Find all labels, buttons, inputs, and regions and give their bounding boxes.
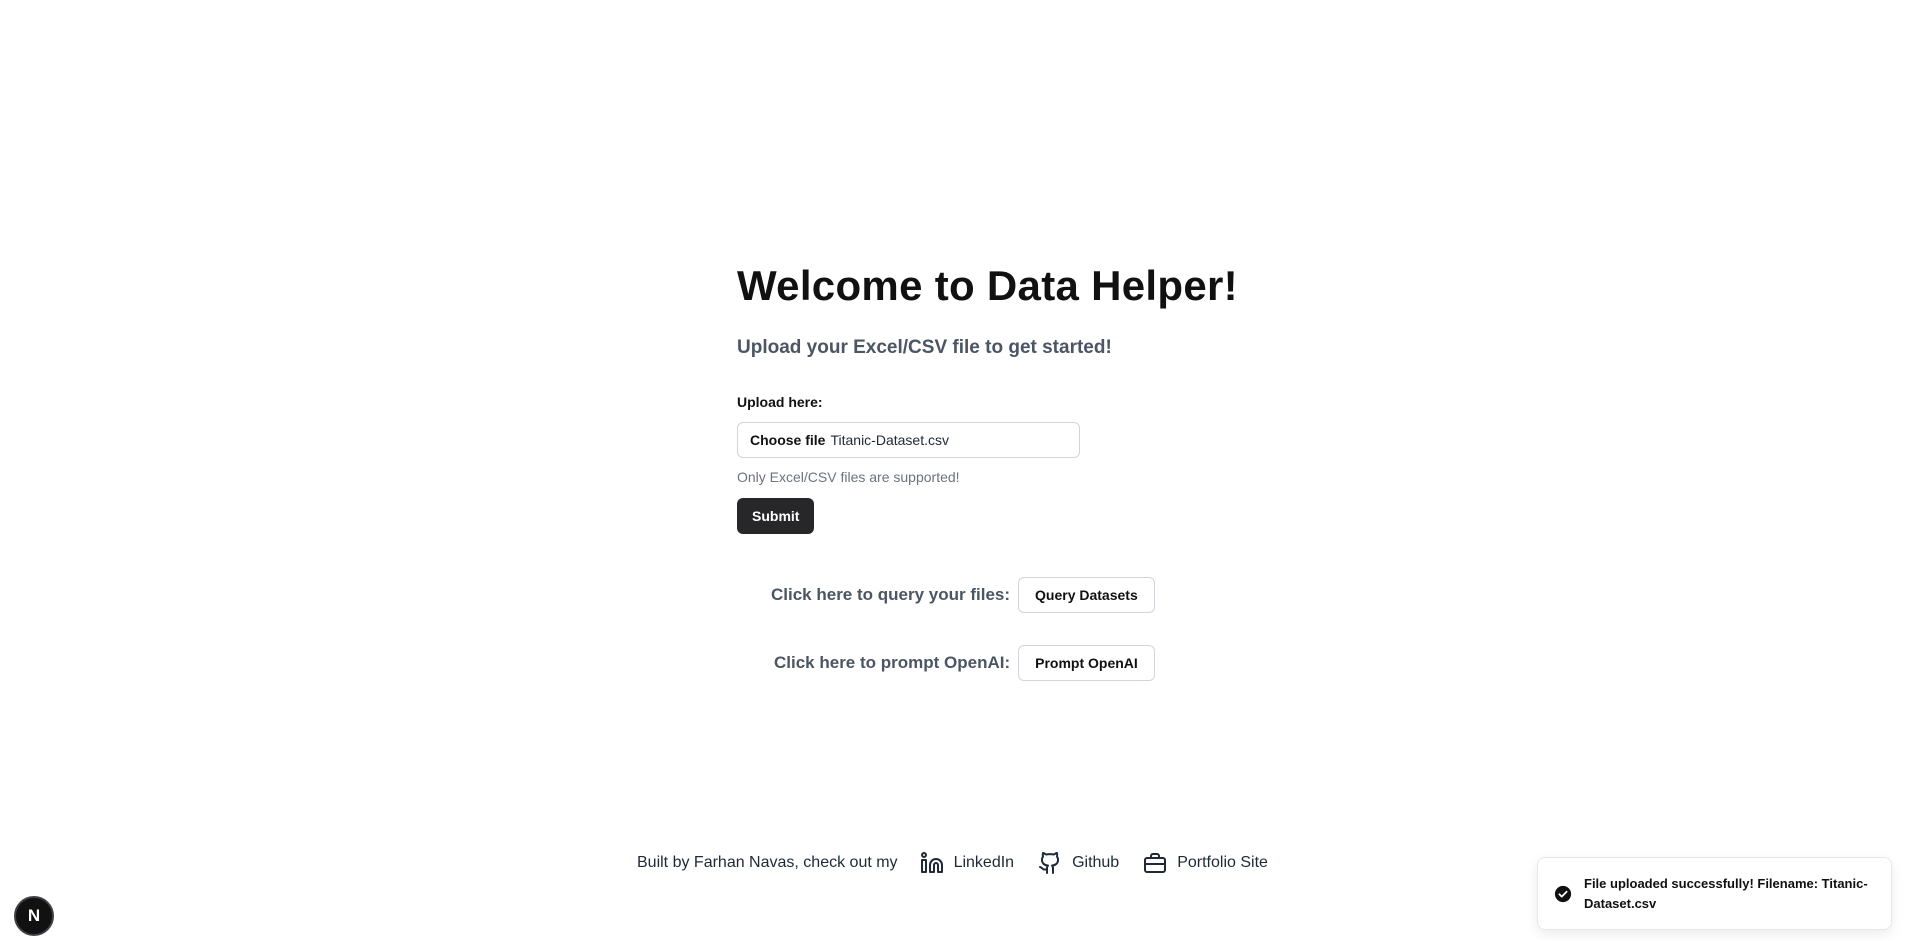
query-datasets-button[interactable]: Query Datasets [1018, 577, 1155, 613]
upload-label: Upload here: [737, 394, 823, 410]
selected-file-name: Titanic-Dataset.csv [830, 432, 949, 448]
linkedin-label: LinkedIn [953, 854, 1015, 871]
portfolio-label: Portfolio Site [1177, 854, 1268, 871]
query-label: Click here to query your files: [771, 585, 1011, 604]
upload-section: Welcome to Data Helper! Upload your Exce… [737, 258, 1238, 534]
choose-file-button[interactable]: Choose file [750, 432, 825, 448]
portfolio-link[interactable]: Portfolio Site [1143, 851, 1268, 875]
github-label: Github [1072, 854, 1120, 871]
page-title: Welcome to Data Helper! [737, 262, 1238, 309]
openai-row: Click here to prompt OpenAI: Prompt Open… [774, 645, 1155, 681]
check-circle-icon [1554, 885, 1572, 902]
upload-success-toast: File uploaded successfully! Filename: Ti… [1537, 857, 1892, 930]
submit-button[interactable]: Submit [737, 498, 815, 534]
linkedin-icon [920, 852, 943, 873]
linkedin-link[interactable]: LinkedIn [920, 851, 1015, 875]
briefcase-icon [1144, 853, 1167, 873]
page-subtitle: Upload your Excel/CSV file to get starte… [737, 337, 1112, 358]
nextjs-icon[interactable]: N [14, 896, 54, 936]
page: Welcome to Data Helper! Upload your Exce… [0, 0, 1912, 941]
toast-message: File uploaded successfully! Filename: Ti… [1584, 875, 1868, 911]
openai-label: Click here to prompt OpenAI: [774, 653, 1011, 672]
query-row: Click here to query your files: Query Da… [771, 577, 1155, 613]
github-icon [1039, 852, 1060, 874]
github-link[interactable]: Github [1038, 851, 1119, 875]
file-input[interactable]: Choose file Titanic-Dataset.csv [737, 422, 1080, 458]
footer: Built by Farhan Navas, check out my Link… [637, 849, 1268, 877]
footer-text: Built by Farhan Navas, check out my [637, 854, 898, 871]
prompt-openai-button[interactable]: Prompt OpenAI [1018, 645, 1155, 681]
file-type-hint: Only Excel/CSV files are supported! [737, 469, 960, 485]
